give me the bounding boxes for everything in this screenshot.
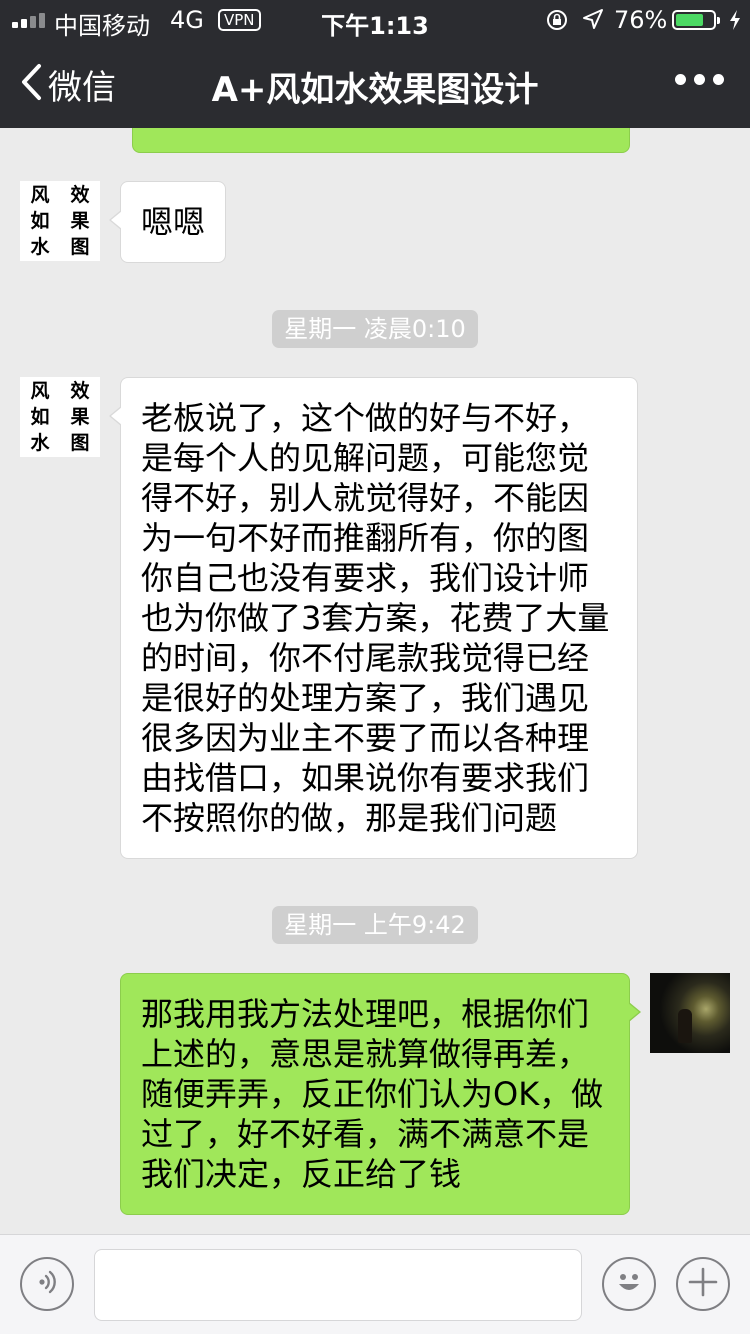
battery-icon: [672, 10, 720, 30]
message-line: 是很好的处理方案了，我们遇见: [141, 679, 590, 717]
message-line: 也为你做了3套方案，花费了大量: [141, 599, 610, 637]
message-line: 随便弄弄，反正你们认为OK，做: [141, 1075, 604, 1113]
more-icon[interactable]: [675, 74, 724, 85]
chat-title: A+风如水效果图设计: [211, 70, 539, 110]
message-line: 得不好，别人就觉得好，不能因: [141, 479, 590, 517]
previous-message-bubble[interactable]: [132, 128, 630, 153]
my-avatar[interactable]: [650, 973, 730, 1053]
message-text: 嗯嗯: [141, 203, 206, 241]
message-line: 为一句不好而推翻所有，你的图: [141, 519, 590, 557]
message-line: 是每个人的见解问题，可能您觉: [141, 439, 590, 477]
lock-rotation-icon: [546, 9, 568, 37]
location-icon: [582, 8, 604, 36]
message-line: 老板说了，这个做的好与不好，: [141, 399, 590, 437]
message-line: 那我用我方法处理吧，根据你们: [141, 995, 590, 1033]
message-bubble-received[interactable]: 嗯嗯: [108, 181, 227, 263]
emoji-icon: [611, 1264, 647, 1304]
message-input[interactable]: [94, 1249, 582, 1321]
emoji-button[interactable]: [602, 1257, 656, 1311]
charging-icon: [728, 9, 742, 37]
plus-icon: [687, 1266, 719, 1302]
message-line: 由找借口，如果说你有要求我们: [141, 759, 590, 797]
input-bar: [0, 1234, 750, 1334]
battery-percent: 76%: [614, 6, 668, 34]
message-line: 过了，好不好看，满不满意不是: [141, 1115, 590, 1153]
timestamp: 星期一 上午9:42: [0, 906, 750, 944]
message-line: 我们决定，反正给了钱: [141, 1155, 462, 1193]
message-bubble-sent[interactable]: 那我用我方法处理吧，根据你们 上述的，意思是就算做得再差， 随便弄弄，反正你们认…: [120, 973, 641, 1215]
message-line: 不按照你的做，那是我们问题: [141, 799, 558, 837]
header: 中国移动 4G VPN 下午1:13 76% 微信 A+风如水效果图设计: [0, 0, 750, 128]
contact-avatar[interactable]: 风效 如果 水图: [20, 377, 100, 457]
voice-button[interactable]: [20, 1257, 74, 1311]
message-line: 上述的，意思是就算做得再差，: [141, 1035, 590, 1073]
contact-avatar[interactable]: 风效 如果 水图: [20, 181, 100, 261]
message-line: 很多因为业主不要了而以各种理: [141, 719, 590, 757]
timestamp: 星期一 凌晨0:10: [0, 310, 750, 348]
nav-bar: 微信 A+风如水效果图设计: [0, 40, 750, 128]
voice-icon: [33, 1268, 61, 1300]
plus-button[interactable]: [676, 1257, 730, 1311]
chat-area[interactable]: 风效 如果 水图 嗯嗯 星期一 凌晨0:10 风效 如果 水图 老板说了，这个做…: [0, 128, 750, 1234]
message-line: 的时间，你不付尾款我觉得已经: [141, 639, 590, 677]
status-bar: 中国移动 4G VPN 下午1:13 76%: [0, 0, 750, 40]
message-bubble-received[interactable]: 老板说了，这个做的好与不好， 是每个人的见解问题，可能您觉 得不好，别人就觉得好…: [109, 377, 638, 859]
message-line: 你自己也没有要求，我们设计师: [141, 559, 590, 597]
